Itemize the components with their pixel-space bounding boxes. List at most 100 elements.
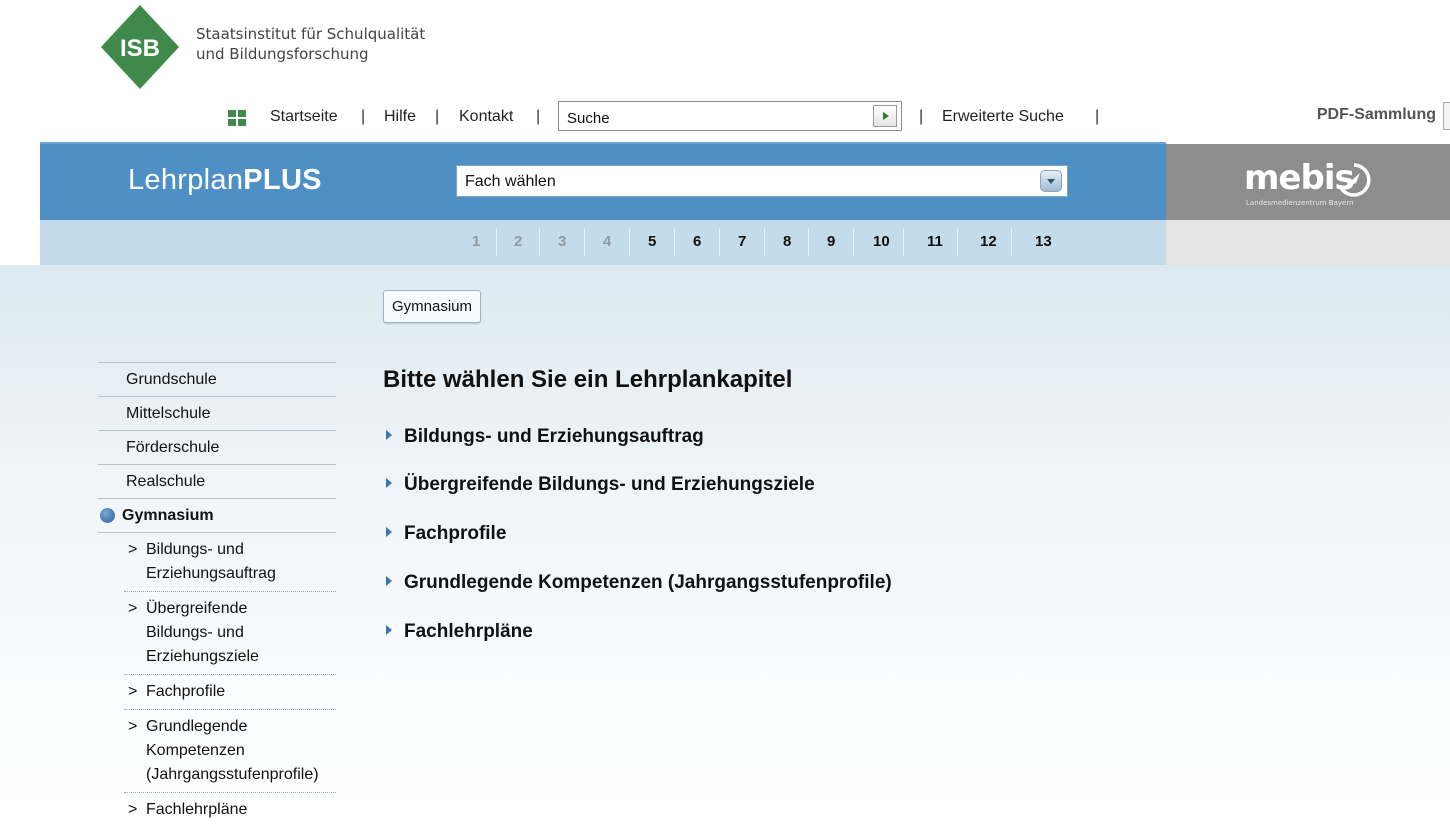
school-type-tab[interactable]: Gymnasium [383,290,482,323]
subject-select-value: Fach wählen [465,173,556,190]
grade-10-link[interactable]: 10 [873,233,890,250]
nav-separator: | [361,108,366,125]
nav-separator: | [536,108,541,125]
grade-3-link[interactable]: 3 [558,233,566,250]
sidebar-item-label: Gymnasium [122,507,214,524]
chevron-right-icon: > [128,718,138,735]
grade-1-link[interactable]: 1 [472,233,480,250]
pdf-collection-select[interactable] [1443,102,1450,130]
grade-strip-right [1166,220,1450,265]
home-link[interactable]: Startseite [270,108,338,126]
brand-bold: PLUS [243,164,322,196]
sidebar-subitem-text: Fachprofile [146,683,226,700]
grid-icon[interactable] [228,110,246,126]
chapter-link-erziehungsziele[interactable]: Übergreifende Bildungs- und Erziehungszi… [386,474,815,496]
sidebar-item-grundschule[interactable]: Grundschule [98,363,336,396]
grade-4-link[interactable]: 4 [603,233,611,250]
chevron-right-icon: > [128,541,138,558]
triangle-right-icon [386,576,392,586]
chapter-link-fachprofile[interactable]: Fachprofile [386,523,506,545]
grade-6-link[interactable]: 6 [693,233,701,250]
sidebar-subitem-text: Bildungs- und [146,624,244,641]
mebis-subtitle: Landesmedienzentrum Bayern [1246,199,1354,207]
nav-separator: | [919,108,924,125]
contact-link[interactable]: Kontakt [459,108,513,126]
grade-5-link[interactable]: 5 [648,233,656,250]
nav-separator: | [435,108,440,125]
sidebar-item-realschule[interactable]: Realschule [98,465,336,498]
chapter-link-bildungsauftrag[interactable]: Bildungs- und Erziehungsauftrag [386,426,704,448]
triangle-right-icon [386,430,392,440]
sidebar-item-gymnasium[interactable]: Gymnasium [98,499,336,532]
grade-separator [583,228,585,256]
page-title: Bitte wählen Sie ein Lehrplankapitel [383,366,793,393]
grade-9-link[interactable]: 9 [827,233,835,250]
sidebar: Grundschule Mittelschule Förderschule Re… [98,362,336,827]
chevron-right-icon: > [128,801,138,818]
triangle-right-icon [386,625,392,635]
grade-separator [628,228,630,256]
logo-mark: ISB [120,35,160,62]
help-link[interactable]: Hilfe [384,108,416,126]
sidebar-subitem-text: Fachlehrpläne [146,801,248,818]
advanced-search-link[interactable]: Erweiterte Suche [942,108,1064,126]
grade-7-link[interactable]: 7 [738,233,746,250]
isb-logo[interactable]: ISB [100,4,180,90]
grade-separator [496,228,497,256]
sidebar-subitem-kompetenzen[interactable]: > Grundlegende Kompetenzen (Jahrgangsstu… [98,710,336,792]
chevron-right-icon: > [128,683,138,700]
chapter-label: Fachprofile [404,523,507,544]
pdf-collection-link[interactable]: PDF-Sammlung [1317,106,1436,124]
sidebar-subitem-erziehungsziele[interactable]: > Übergreifende Bildungs- und Erziehungs… [98,592,336,674]
grade-13-link[interactable]: 13 [1035,233,1052,250]
grade-separator [853,228,854,256]
grade-separator [1010,228,1012,256]
sidebar-subitem-text: (Jahrgangsstufenprofile) [146,766,319,783]
chapter-label: Bildungs- und Erziehungsauftrag [404,426,704,447]
subject-select[interactable]: Fach wählen [456,165,1068,197]
mebis-banner[interactable]: mebis Landesmedienzentrum Bayern [1166,144,1450,220]
grade-8-link[interactable]: 8 [783,233,791,250]
sidebar-subitem-text: Bildungs- und [146,541,244,558]
grade-separator [763,228,765,256]
lehrplanplus-brand[interactable]: LehrplanPLUS [128,164,322,197]
nav-separator: | [1095,108,1100,125]
grade-separator [956,228,958,256]
chapter-label: Übergreifende Bildungs- und Erziehungszi… [404,474,815,495]
search-box [558,101,902,131]
search-submit-button[interactable] [873,105,897,127]
org-line-1: Staatsinstitut für Schulqualität [196,25,426,43]
triangle-right-icon [386,527,392,537]
grade-separator [539,228,540,256]
sidebar-item-mittelschule[interactable]: Mittelschule [98,397,336,430]
chevron-down-icon[interactable] [1040,170,1062,192]
sidebar-subitem-text: Erziehungsziele [146,648,259,665]
sidebar-item-foerderschule[interactable]: Förderschule [98,431,336,464]
grade-separator [718,228,720,256]
sidebar-subitem-fachlehrplaene[interactable]: > Fachlehrpläne [98,793,336,827]
grade-12-link[interactable]: 12 [980,233,997,250]
bullet-icon [100,508,115,523]
grade-11-link[interactable]: 11 [927,233,943,250]
triangle-right-icon [386,478,392,488]
grade-separator [808,228,809,256]
sidebar-subitem-text: Erziehungsauftrag [146,565,276,582]
mebis-swoosh-icon [1338,163,1371,197]
chevron-right-icon: > [128,600,138,617]
sidebar-subitem-text: Grundlegende [146,718,248,735]
sidebar-subitem-text: Übergreifende [146,600,248,617]
sidebar-subitem-text: Kompetenzen [146,742,245,759]
chapter-link-kompetenzen[interactable]: Grundlegende Kompetenzen (Jahrgangsstufe… [386,572,892,594]
grade-2-link[interactable]: 2 [514,233,522,250]
chapter-label: Grundlegende Kompetenzen (Jahrgangsstufe… [404,572,892,593]
search-input[interactable] [565,107,859,129]
grade-separator [673,228,675,256]
sidebar-subitem-fachprofile[interactable]: > Fachprofile [98,675,336,709]
chapter-link-fachlehrplaene[interactable]: Fachlehrpläne [386,621,533,643]
org-line-2: und Bildungsforschung [196,45,369,63]
grade-separator [903,228,904,256]
sidebar-subitem-bildungsauftrag[interactable]: > Bildungs- und Erziehungsauftrag [98,533,336,591]
top-navigation: Startseite | Hilfe | Kontakt | | Erweite… [0,100,1450,134]
chapter-label: Fachlehrpläne [404,621,533,642]
org-name: Staatsinstitut für Schulqualität und Bil… [196,24,425,64]
